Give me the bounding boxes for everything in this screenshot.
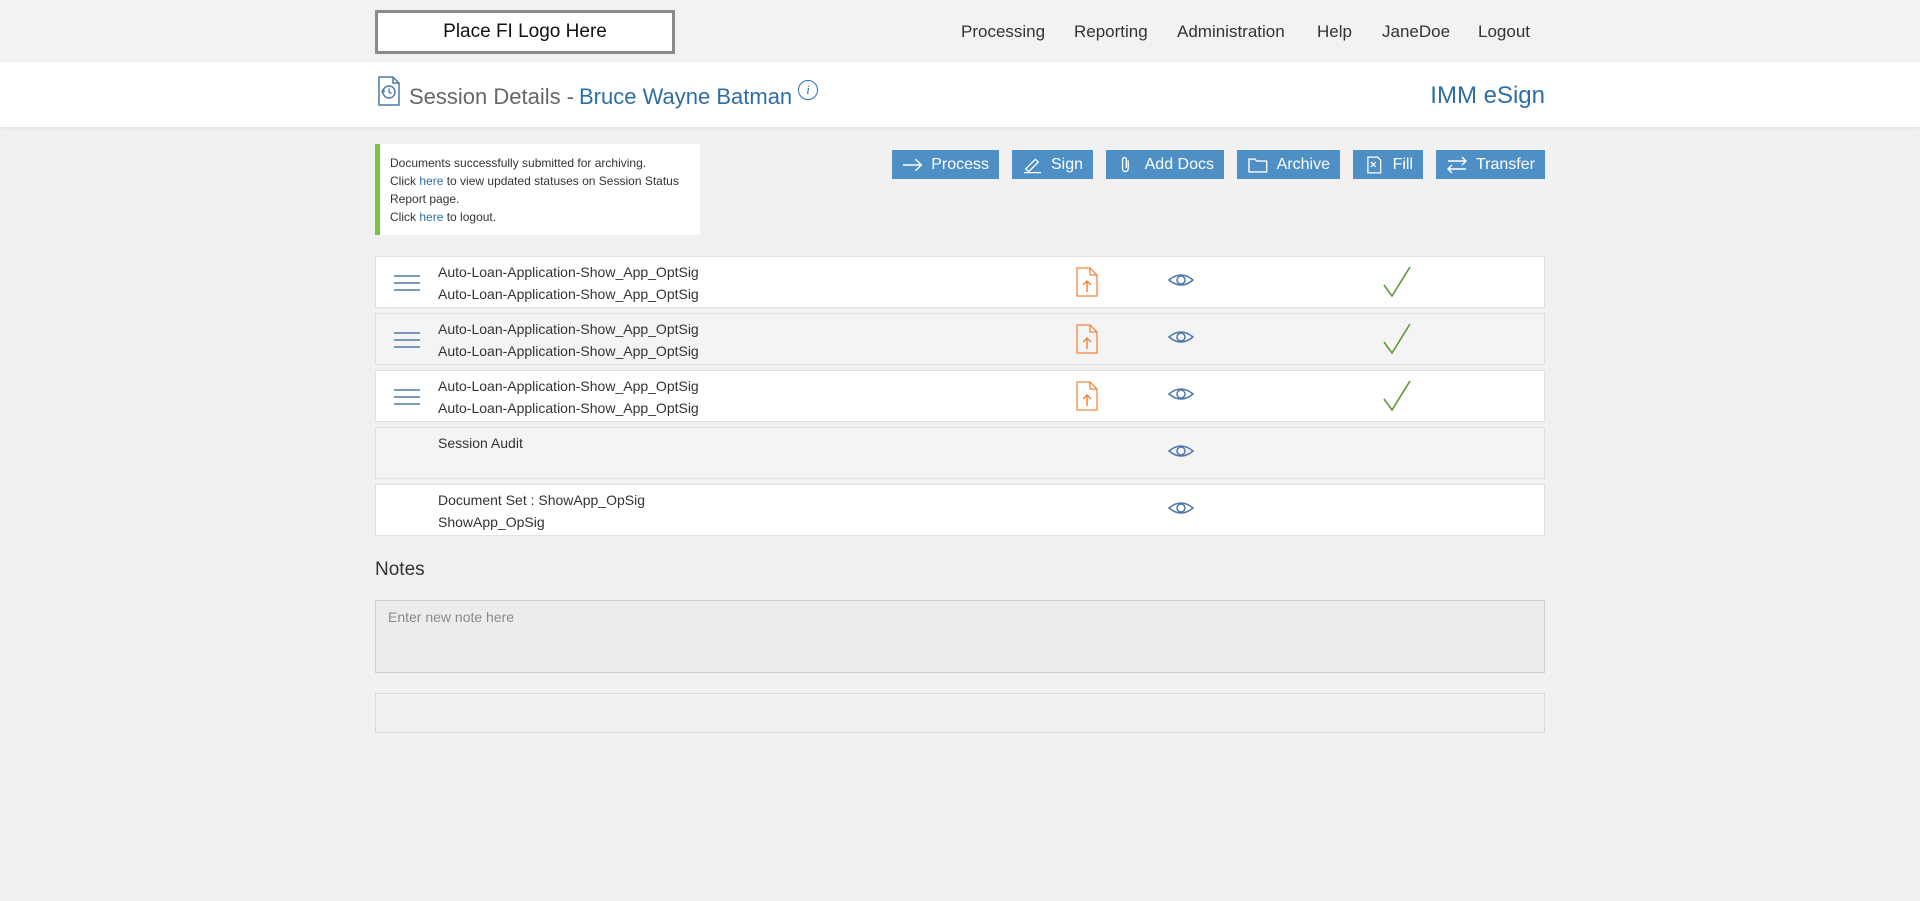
notes-list — [375, 693, 1545, 733]
success-alert: Documents successfully submitted for arc… — [375, 144, 700, 235]
form-fill-icon — [1367, 156, 1382, 173]
eye-icon[interactable] — [1167, 498, 1195, 518]
status-report-link[interactable]: here — [419, 174, 443, 188]
alert-text: Click — [390, 174, 420, 188]
sign-button[interactable]: Sign — [1012, 150, 1093, 179]
document-subtitle: Auto-Loan-Application-Show_App_OptSig — [438, 400, 699, 416]
document-set-row[interactable]: Document Set : ShowApp_OpSig ShowApp_OpS… — [375, 484, 1545, 536]
document-name: Auto-Loan-Application-Show_App_OptSig — [438, 378, 699, 394]
page-title: Session Details - — [409, 84, 575, 109]
process-button[interactable]: Process — [892, 150, 999, 179]
archive-button[interactable]: Archive — [1237, 150, 1340, 179]
eye-icon[interactable] — [1167, 270, 1195, 290]
nav-help[interactable]: Help — [1317, 22, 1352, 42]
document-name: Auto-Loan-Application-Show_App_OptSig — [438, 321, 699, 337]
document-name: Session Audit — [438, 435, 523, 451]
notes-heading: Notes — [375, 559, 425, 580]
session-audit-row[interactable]: Session Audit — [375, 427, 1545, 479]
menu-icon[interactable] — [393, 274, 421, 292]
paperclip-icon — [1121, 156, 1129, 172]
document-row[interactable]: Auto-Loan-Application-Show_App_OptSig Au… — [375, 313, 1545, 365]
document-row[interactable]: Auto-Loan-Application-Show_App_OptSig Au… — [375, 256, 1545, 308]
alert-text: to logout. — [443, 210, 497, 224]
nav-administration[interactable]: Administration — [1177, 22, 1285, 42]
eye-icon[interactable] — [1167, 327, 1195, 347]
transfer-arrows-icon — [1447, 156, 1467, 173]
logout-link[interactable]: here — [419, 210, 443, 224]
add-docs-label: Add Docs — [1144, 155, 1214, 173]
fill-label: Fill — [1392, 155, 1413, 173]
nav-processing[interactable]: Processing — [961, 22, 1045, 42]
menu-icon[interactable] — [393, 331, 421, 349]
logo-placeholder: Place FI Logo Here — [375, 10, 675, 54]
checkmark-icon — [1383, 266, 1411, 298]
document-subtitle: Auto-Loan-Application-Show_App_OptSig — [438, 286, 699, 302]
document-row[interactable]: Auto-Loan-Application-Show_App_OptSig Au… — [375, 370, 1545, 422]
document-name: Auto-Loan-Application-Show_App_OptSig — [438, 264, 699, 280]
document-subtitle: ShowApp_OpSig — [438, 514, 545, 530]
checkmark-icon — [1383, 323, 1411, 355]
pen-icon — [1023, 157, 1042, 173]
app-name: IMM eSign — [1430, 82, 1545, 109]
document-upload-icon[interactable] — [1075, 381, 1099, 411]
document-upload-icon[interactable] — [1075, 267, 1099, 297]
sign-label: Sign — [1050, 155, 1083, 173]
document-name: Document Set : ShowApp_OpSig — [438, 492, 646, 508]
add-docs-button[interactable]: Add Docs — [1106, 150, 1224, 179]
document-history-icon — [378, 76, 400, 106]
new-note-input[interactable] — [375, 600, 1545, 673]
menu-icon[interactable] — [393, 388, 421, 406]
top-bar: Place FI Logo Here Processing Reporting … — [0, 0, 1920, 62]
arrow-right-icon — [902, 158, 923, 171]
customer-name: Bruce Wayne Batman — [579, 84, 793, 109]
nav-logout[interactable]: Logout — [1478, 22, 1530, 42]
info-icon[interactable]: i — [798, 80, 818, 100]
nav-reporting[interactable]: Reporting — [1074, 22, 1148, 42]
eye-icon[interactable] — [1167, 384, 1195, 404]
document-upload-icon[interactable] — [1075, 324, 1099, 354]
transfer-label: Transfer — [1476, 155, 1535, 173]
alert-text: Click — [390, 210, 420, 224]
eye-icon[interactable] — [1167, 441, 1195, 461]
fill-button[interactable]: Fill — [1353, 150, 1423, 179]
page-header: Session Details - Bruce Wayne Batman i I… — [0, 62, 1920, 128]
alert-status-line: Click here to view updated statuses on S… — [390, 172, 690, 208]
alert-logout-line: Click here to logout. — [390, 208, 690, 226]
folder-icon — [1248, 157, 1268, 173]
transfer-button[interactable]: Transfer — [1436, 150, 1545, 179]
nav-user[interactable]: JaneDoe — [1382, 22, 1450, 42]
archive-label: Archive — [1276, 155, 1330, 173]
document-subtitle: Auto-Loan-Application-Show_App_OptSig — [438, 343, 699, 359]
alert-message: Documents successfully submitted for arc… — [390, 156, 647, 170]
checkmark-icon — [1383, 380, 1411, 412]
process-label: Process — [931, 155, 989, 173]
